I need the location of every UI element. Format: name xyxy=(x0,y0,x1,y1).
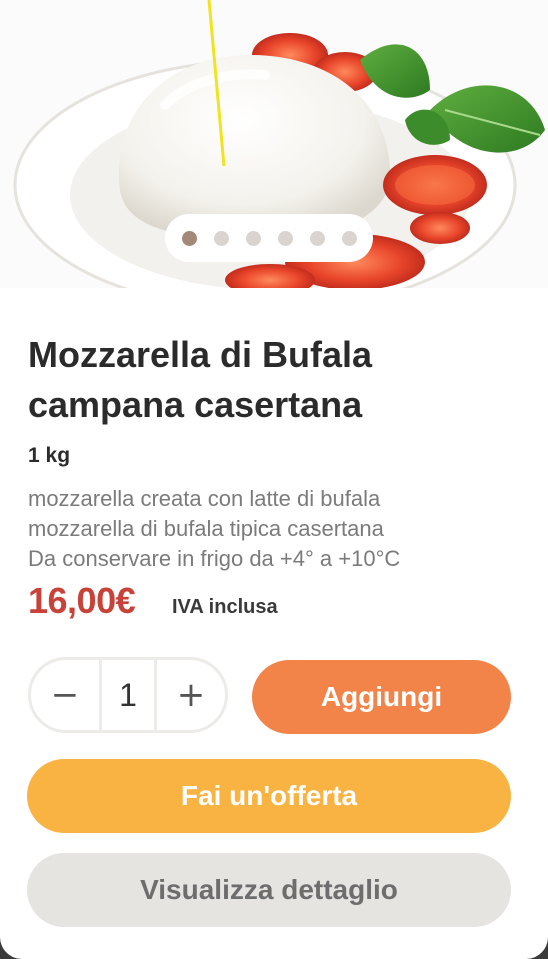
carousel-dot-1[interactable] xyxy=(181,230,197,246)
carousel-dot-5[interactable] xyxy=(309,230,325,246)
add-to-cart-button[interactable]: Aggiungi xyxy=(252,660,511,734)
make-offer-button[interactable]: Fai un'offerta xyxy=(27,759,511,833)
view-detail-button[interactable]: Visualizza dettaglio xyxy=(27,853,511,927)
product-image[interactable] xyxy=(0,0,548,288)
increase-quantity-button[interactable]: + xyxy=(157,660,225,730)
carousel-indicator xyxy=(165,214,373,262)
product-weight: 1 kg xyxy=(28,444,71,467)
product-card: Mozzarella di Bufala campana casertana 1… xyxy=(0,0,548,959)
decrease-quantity-button[interactable]: − xyxy=(31,660,99,730)
carousel-dot-6[interactable] xyxy=(341,230,357,246)
description-line: mozzarella di bufala tipica casertana xyxy=(28,516,384,541)
quantity-stepper: − 1 + xyxy=(28,657,228,733)
quantity-value: 1 xyxy=(99,660,157,730)
description-line: Da conservare in frigo da +4° a +10°C xyxy=(28,546,401,571)
carousel-dot-3[interactable] xyxy=(245,230,261,246)
vat-note: IVA inclusa xyxy=(172,596,278,618)
description-line: mozzarella creata con latte di bufala xyxy=(28,486,381,511)
product-description: mozzarella creata con latte di bufala mo… xyxy=(28,484,528,574)
product-title: Mozzarella di Bufala campana casertana xyxy=(28,334,373,425)
carousel-dot-4[interactable] xyxy=(277,230,293,246)
carousel-dot-2[interactable] xyxy=(213,230,229,246)
product-price: 16,00€ xyxy=(28,580,136,621)
